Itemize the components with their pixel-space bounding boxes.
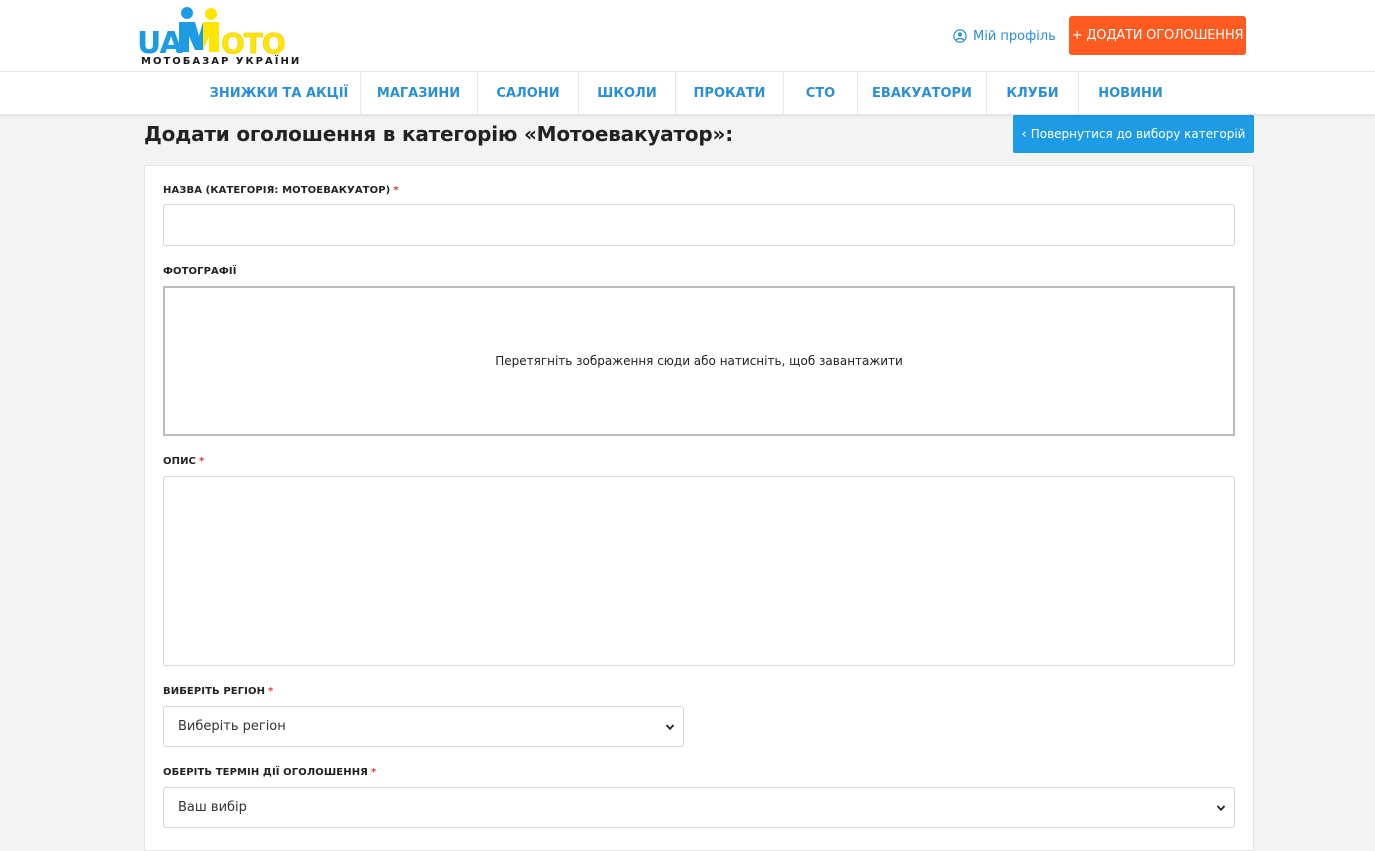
region-label-text: ВИБЕРІТЬ РЕГІОН [163,686,266,697]
page-title: Додати оголошення в категорію «Мотоеваку… [144,122,734,146]
region-select[interactable]: Виберіть регіон [163,706,684,747]
required-mark: * [393,185,399,196]
add-listing-button[interactable]: + ДОДАТИ ОГОЛОШЕННЯ [1069,16,1246,55]
back-button-label: Повернутися до вибору категорій [1030,127,1246,141]
nav-item-discounts[interactable]: ЗНИЖКИ ТА АКЦІЇ [199,72,359,114]
term-select[interactable]: Ваш вибір [163,787,1235,828]
description-textarea[interactable] [163,476,1235,666]
user-circle-icon [953,29,967,43]
back-to-categories-button[interactable]: ‹ Повернутися до вибору категорій [1013,115,1254,153]
logo-mark-icon: UA OTO [137,7,286,58]
svg-text:OTO: OTO [221,27,285,58]
required-mark: * [268,686,274,697]
nav-item-clubs[interactable]: КЛУБИ [987,72,1078,114]
chevron-down-icon [665,723,675,730]
region-select-value: Виберіть регіон [178,719,286,734]
description-label-text: ОПИС [163,456,196,467]
name-field-label: НАЗВА (КАТЕГОРІЯ: МОТОЕВАКУАТОР) * [163,185,399,196]
photos-field-label: ФОТОГРАФІЇ [163,266,237,277]
my-profile-label: Мій профіль [973,28,1056,44]
name-input[interactable] [163,204,1235,246]
svg-text:UA: UA [137,26,183,58]
term-select-value: Ваш вибір [178,800,247,815]
nav-item-news[interactable]: НОВИНИ [1079,72,1182,114]
site-header: UA OTO МОТОБАЗАР УКРАЇНИ Мій профіль + Д… [0,0,1375,72]
logo-subtitle: МОТОБАЗАР УКРАЇНИ [141,56,302,67]
term-label-text: ОБЕРІТЬ ТЕРМІН ДІЇ ОГОЛОШЕННЯ [163,767,368,778]
nav-item-service[interactable]: СТО [784,72,857,114]
photo-dropzone[interactable]: Перетягніть зображення сюди або натисніт… [163,286,1235,436]
main-nav: ЗНИЖКИ ТА АКЦІЇ МАГАЗИНИ САЛОНИ ШКОЛИ ПР… [0,72,1375,114]
nav-item-salons[interactable]: САЛОНИ [478,72,578,114]
required-mark: * [198,456,205,467]
chevron-down-icon [1216,804,1226,811]
region-field-label: ВИБЕРІТЬ РЕГІОН * [163,686,273,697]
name-label-text: НАЗВА (КАТЕГОРІЯ: МОТОЕВАКУАТОР) [163,185,391,196]
chevron-left-icon: ‹ [1021,126,1027,142]
nav-item-rentals[interactable]: ПРОКАТИ [676,72,783,114]
nav-item-schools[interactable]: ШКОЛИ [579,72,675,114]
site-logo[interactable]: UA OTO МОТОБАЗАР УКРАЇНИ [137,6,299,70]
term-field-label: ОБЕРІТЬ ТЕРМІН ДІЇ ОГОЛОШЕННЯ * [163,767,376,778]
description-field-label: ОПИС * [163,456,204,467]
required-mark: * [370,767,377,778]
listing-form: НАЗВА (КАТЕГОРІЯ: МОТОЕВАКУАТОР) * ФОТОГР… [144,165,1254,851]
dropzone-text: Перетягніть зображення сюди або натисніт… [495,354,903,368]
my-profile-link[interactable]: Мій профіль [953,26,1056,46]
nav-item-tow-trucks[interactable]: ЕВАКУАТОРИ [858,72,986,114]
nav-item-shops[interactable]: МАГАЗИНИ [361,72,476,114]
